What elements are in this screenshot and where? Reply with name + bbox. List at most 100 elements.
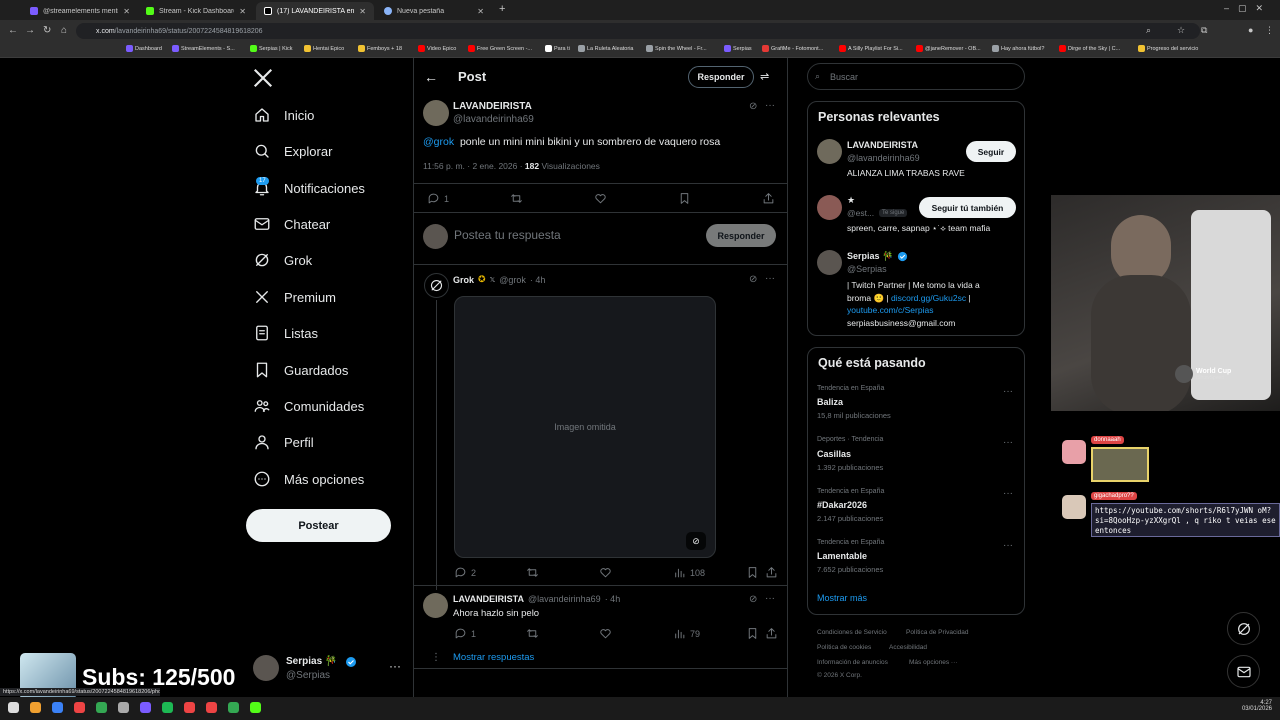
bookmark-item[interactable]: Dashboard <box>126 45 162 52</box>
back-arrow-icon[interactable]: ← <box>424 69 438 85</box>
like-button[interactable] <box>594 192 607 205</box>
bookmark-item[interactable]: Progreso del servicio <box>1138 45 1198 52</box>
author-name[interactable]: LAVANDEIRISTA <box>453 594 524 604</box>
nav-item-perfil[interactable]: Perfil <box>253 433 314 451</box>
views-button[interactable]: 79 <box>673 627 700 640</box>
extensions-icon[interactable]: ⧉ <box>1201 25 1207 36</box>
nav-item-explorar[interactable]: Explorar <box>253 142 332 160</box>
more-icon[interactable]: ··· <box>1003 437 1013 448</box>
bookmark-button[interactable] <box>678 192 691 205</box>
bookmark-item[interactable]: Serpias <box>724 45 752 52</box>
bookmark-button[interactable] <box>746 566 759 579</box>
person-handle[interactable]: @lavandeirinha69 <box>847 153 920 163</box>
filter-icon[interactable]: ⇌ <box>760 70 769 83</box>
mention-link[interactable]: @grok <box>423 136 454 148</box>
trend-name[interactable]: Lamentable <box>817 551 867 561</box>
forward-icon[interactable]: → <box>25 25 35 36</box>
taskbar-app-icon[interactable] <box>8 702 19 713</box>
nav-item-listas[interactable]: Listas <box>253 324 318 342</box>
avatar[interactable] <box>423 593 448 618</box>
close-icon[interactable]: ✕ <box>239 7 246 16</box>
trend-name[interactable]: Casillas <box>817 449 851 459</box>
grok-edit-image-icon[interactable]: ⊘ <box>686 532 706 550</box>
grok-icon[interactable]: ⊘ <box>749 594 757 605</box>
bookmark-item[interactable]: Femboys + 18 <box>358 45 402 52</box>
bookmark-item[interactable]: @janeRemover - OB... <box>916 45 981 52</box>
menu-icon[interactable]: ⋮ <box>1265 25 1274 36</box>
bookmark-item[interactable]: A Silly Playlist For Si... <box>839 45 903 52</box>
nav-item-notificaciones[interactable]: Notificaciones <box>253 179 365 197</box>
person-name[interactable]: ★ <box>847 195 855 206</box>
browser-tab[interactable]: @streamelements mention✕ <box>22 2 138 20</box>
bookmark-item[interactable]: Hay ahora fútbol? <box>992 45 1044 52</box>
footer-link[interactable]: Más opciones ··· <box>909 659 957 666</box>
show-replies-link[interactable]: Mostrar respuestas <box>453 652 534 663</box>
messages-float-button[interactable] <box>1227 655 1260 688</box>
avatar[interactable] <box>817 195 842 220</box>
taskbar-app-icon[interactable] <box>206 702 217 713</box>
bookmark-item[interactable]: Video Epico <box>418 45 456 52</box>
taskbar-app-icon[interactable] <box>52 702 63 713</box>
nav-item-grok[interactable]: Grok <box>253 251 312 269</box>
bookmark-item[interactable]: GrafiMe - Fotomont... <box>762 45 823 52</box>
share-button[interactable] <box>765 566 778 579</box>
bookmark-item[interactable]: Hentai Epico <box>304 45 344 52</box>
footer-link[interactable]: Política de Privacidad <box>906 629 969 636</box>
views-button[interactable]: 108 <box>673 566 705 579</box>
repost-button[interactable] <box>526 627 539 640</box>
bookmark-item[interactable]: Spin the Wheel - Fr... <box>646 45 707 52</box>
like-button[interactable] <box>599 627 612 640</box>
youtube-link[interactable]: youtube.com/c/Serpias <box>847 305 933 315</box>
more-icon[interactable]: ··· <box>765 273 775 284</box>
author-handle[interactable]: @grok <box>499 275 526 285</box>
person-handle[interactable]: @est... <box>847 208 874 218</box>
footer-link[interactable]: Política de cookies <box>817 644 871 651</box>
person-name[interactable]: Serpias 🎋 <box>847 251 893 262</box>
discord-link[interactable]: discord.gg/Guku2sc <box>891 293 966 303</box>
browser-tab-active[interactable]: (17) LAVANDEIRISTA en X: "@g✕ <box>256 2 374 20</box>
taskbar-app-icon[interactable] <box>118 702 129 713</box>
browser-tab[interactable]: Nueva pestaña ✕ <box>376 2 492 20</box>
repost-button[interactable] <box>526 566 539 579</box>
post-button[interactable]: Postear <box>246 509 391 542</box>
profile-icon[interactable]: ● <box>1248 25 1253 35</box>
nav-item-comunidades[interactable]: Comunidades <box>253 397 364 415</box>
more-icon[interactable]: ··· <box>389 659 401 673</box>
reply-header-button[interactable]: Responder <box>688 66 754 88</box>
more-icon[interactable]: ··· <box>1003 386 1013 397</box>
taskbar-app-icon[interactable] <box>30 702 41 713</box>
more-icon[interactable]: ··· <box>765 100 775 111</box>
close-icon[interactable]: ✕ <box>123 7 130 16</box>
browser-tab[interactable]: Stream - Kick Dashboard ✕ <box>138 2 254 20</box>
avatar[interactable] <box>423 100 449 126</box>
grok-avatar[interactable] <box>424 273 449 298</box>
taskbar-app-icon[interactable] <box>250 702 261 713</box>
address-bar[interactable]: x.com/lavandeirinha69/status/20072245848… <box>76 23 1200 39</box>
more-icon[interactable]: ··· <box>1003 540 1013 551</box>
bookmark-item[interactable]: La Ruleta Aleatoria <box>578 45 633 52</box>
avatar[interactable] <box>817 139 842 164</box>
author-name[interactable]: LAVANDEIRISTA <box>453 101 532 112</box>
reload-icon[interactable]: ↻ <box>43 25 51 36</box>
back-icon[interactable]: ← <box>8 25 18 36</box>
trend-name[interactable]: Baliza <box>817 397 843 407</box>
bookmark-item[interactable]: Dirge of the Sky | C... <box>1059 45 1120 52</box>
taskbar-app-icon[interactable] <box>74 702 85 713</box>
nav-item-premium[interactable]: Premium <box>253 288 336 306</box>
new-tab-icon[interactable]: + <box>499 3 505 15</box>
reply-button[interactable]: 1 <box>454 627 476 640</box>
close-icon[interactable]: ✕ <box>477 7 484 16</box>
taskbar-app-icon[interactable] <box>96 702 107 713</box>
footer-link[interactable]: Condiciones de Servicio <box>817 629 887 636</box>
reply-button[interactable]: 1 <box>427 192 449 205</box>
nav-item-guardados[interactable]: Guardados <box>253 361 348 379</box>
footer-link[interactable]: Información de anuncios <box>817 659 888 666</box>
more-icon[interactable]: ··· <box>1003 488 1013 499</box>
show-more-link[interactable]: Mostrar más <box>817 593 867 603</box>
author-name[interactable]: Grok <box>453 275 474 285</box>
nav-item-inicio[interactable]: Inicio <box>253 106 314 124</box>
taskbar-app-icon[interactable] <box>140 702 151 713</box>
follow-button[interactable]: Seguir <box>966 141 1016 162</box>
reply-submit-button[interactable]: Responder <box>706 224 776 247</box>
more-icon[interactable]: ··· <box>765 593 775 604</box>
